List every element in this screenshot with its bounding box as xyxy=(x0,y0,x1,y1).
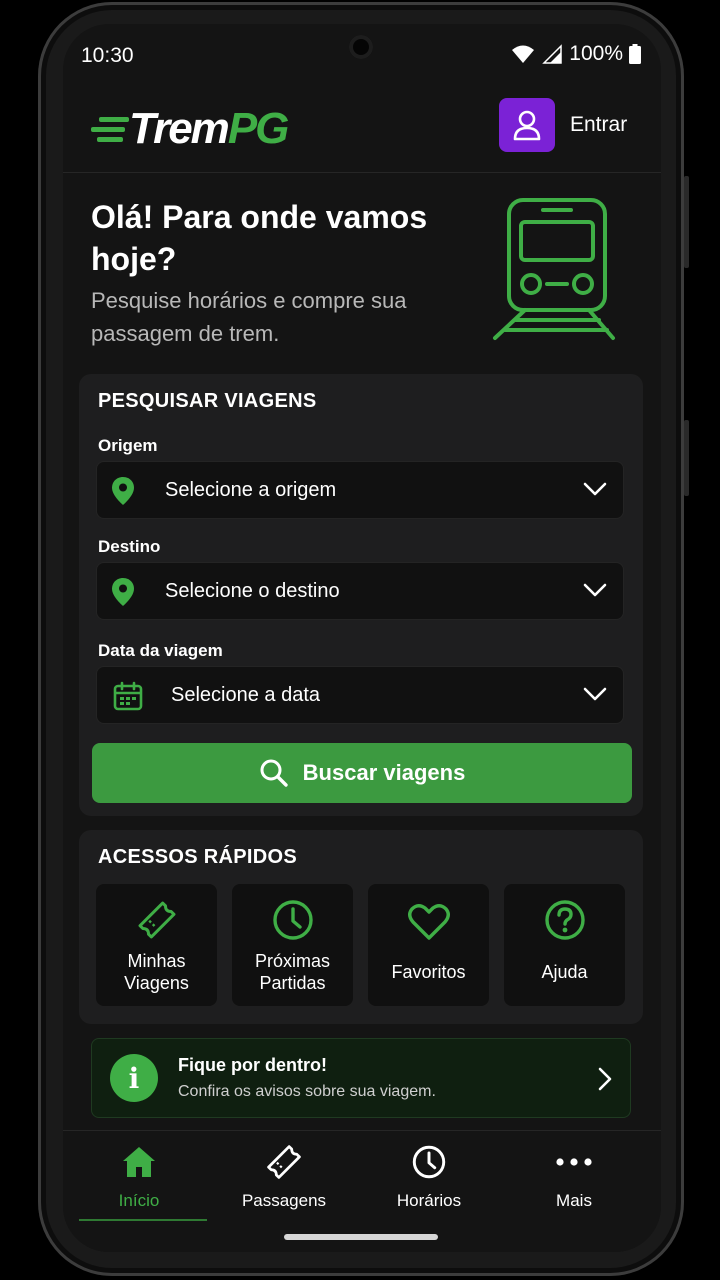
nav-schedules-label: Horários xyxy=(396,1191,462,1210)
quick-access-grid: Minhas Viagens Próximas Partidas Favorit… xyxy=(96,884,626,1006)
date-select[interactable]: Selecione a data xyxy=(96,666,624,724)
quick-access-card: ACESSOS RÁPIDOS Minhas Viagens Próximas … xyxy=(79,830,643,1024)
origin-select[interactable]: Selecione a origem xyxy=(96,461,624,519)
notice-title: Fique por dentro! xyxy=(178,1055,327,1075)
logo-text: TremPG xyxy=(129,104,289,153)
quick-help[interactable]: Ajuda xyxy=(504,884,625,1006)
train-illustration xyxy=(493,198,615,340)
chevron-down-icon xyxy=(583,687,607,701)
volume-button xyxy=(684,176,689,268)
notice-banner[interactable]: i Fique por dentro! Confira os avisos so… xyxy=(91,1038,631,1118)
status-time: 10:30 xyxy=(81,44,134,67)
quick-favorites-label: Favoritos xyxy=(391,962,466,982)
search-icon xyxy=(260,759,288,787)
origin-placeholder: Selecione a origem xyxy=(165,479,337,501)
clock-icon xyxy=(412,1145,446,1179)
nav-home-label: Início xyxy=(118,1191,160,1210)
app-screen: 10:30 100% TremPG Entrar Olá! Para onde … xyxy=(63,24,661,1252)
speed-lines-icon xyxy=(91,117,129,142)
notice-subtitle: Confira os avisos sobre sua viagem. xyxy=(178,1083,436,1100)
hero-title: Olá! Para onde vamos hoje? xyxy=(91,199,428,277)
app-logo[interactable]: TremPG xyxy=(91,104,289,154)
origin-label: Origem xyxy=(98,436,158,455)
quick-my-trips[interactable]: Minhas Viagens xyxy=(96,884,217,1006)
status-bar: 10:30 100% xyxy=(63,24,661,88)
info-icon: i xyxy=(110,1054,158,1102)
nav-tickets-label: Passagens xyxy=(241,1191,327,1210)
chevron-right-icon xyxy=(598,1067,612,1091)
home-icon xyxy=(123,1147,155,1177)
ticket-icon xyxy=(267,1145,301,1179)
quick-my-trips-label: Minhas Viagens xyxy=(124,951,189,993)
front-camera xyxy=(349,35,373,59)
user-icon xyxy=(513,110,541,141)
nav-schedules[interactable]: Horários xyxy=(359,1141,499,1211)
app-header: TremPG Entrar xyxy=(63,96,661,173)
search-card: PESQUISAR VIAGENS Origem Selecione a ori… xyxy=(79,374,643,816)
destination-placeholder: Selecione o destino xyxy=(165,580,340,602)
login-button[interactable] xyxy=(499,98,555,152)
hero-subtitle: Pesquise horários e compre sua passagem … xyxy=(91,288,407,346)
home-indicator[interactable] xyxy=(284,1234,438,1240)
help-icon xyxy=(544,900,585,940)
heart-icon xyxy=(407,904,450,940)
nav-more-label: Mais xyxy=(556,1191,592,1210)
ticket-icon xyxy=(138,901,175,939)
status-indicators: 100% xyxy=(511,42,641,66)
battery-percent: 100% xyxy=(569,42,623,65)
destination-label: Destino xyxy=(98,537,161,556)
quick-favorites[interactable]: Favoritos xyxy=(368,884,489,1006)
date-placeholder: Selecione a data xyxy=(171,684,321,706)
signal-icon xyxy=(542,44,563,64)
clock-icon xyxy=(272,900,313,940)
quick-help-label: Ajuda xyxy=(541,962,588,982)
location-pin-icon xyxy=(112,578,134,606)
nav-tickets[interactable]: Passagens xyxy=(214,1141,354,1211)
location-pin-icon xyxy=(112,477,134,505)
more-icon xyxy=(556,1158,592,1166)
quick-access-title: ACESSOS RÁPIDOS xyxy=(98,846,297,868)
nav-more[interactable]: Mais xyxy=(504,1141,644,1211)
nav-home[interactable]: Início xyxy=(69,1141,209,1211)
quick-next-departures[interactable]: Próximas Partidas xyxy=(232,884,353,1006)
search-button-label: Buscar viagens xyxy=(302,760,466,785)
destination-select[interactable]: Selecione o destino xyxy=(96,562,624,620)
wifi-icon xyxy=(512,45,535,63)
login-label[interactable]: Entrar xyxy=(570,113,627,137)
search-card-title: PESQUISAR VIAGENS xyxy=(98,390,317,412)
chevron-down-icon xyxy=(583,583,607,597)
power-button xyxy=(684,420,689,496)
chevron-down-icon xyxy=(583,482,607,496)
quick-next-departures-label: Próximas Partidas xyxy=(254,951,330,993)
calendar-icon xyxy=(113,681,143,711)
nav-active-indicator xyxy=(79,1219,207,1221)
battery-icon xyxy=(629,44,641,64)
search-button[interactable]: Buscar viagens xyxy=(92,743,632,803)
date-label: Data da viagem xyxy=(98,641,223,660)
